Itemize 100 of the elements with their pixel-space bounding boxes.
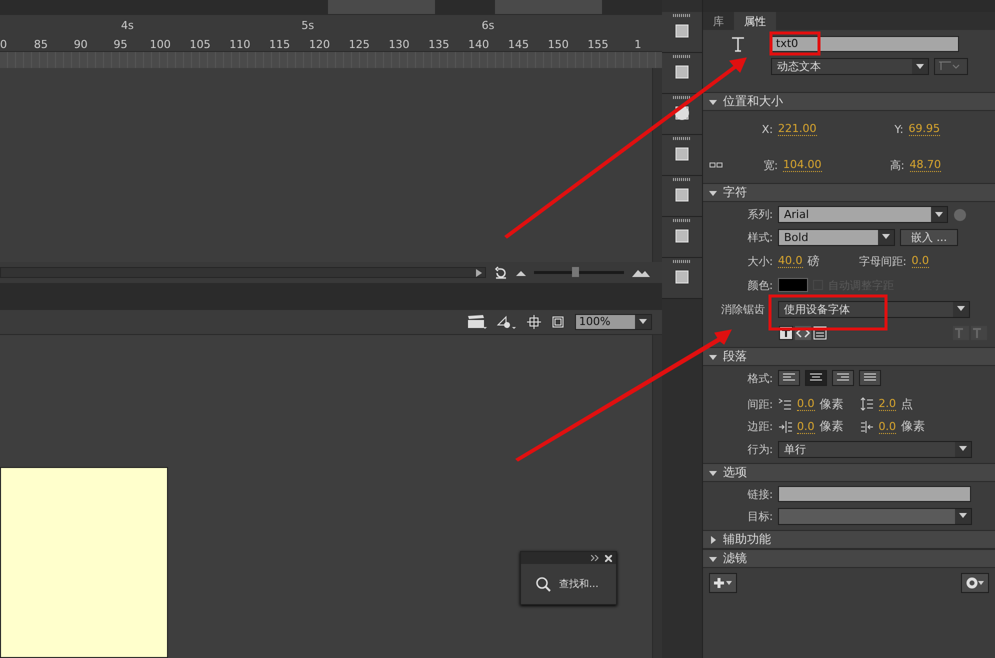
- left-margin-value[interactable]: 0.0: [797, 420, 814, 434]
- font-style-dropdown[interactable]: Bold: [778, 228, 895, 246]
- caret-icon: [639, 319, 647, 325]
- scrollbar[interactable]: [652, 68, 662, 262]
- scrollbar[interactable]: [652, 335, 662, 658]
- settings-button[interactable]: [961, 573, 989, 593]
- right-margin-icon: [860, 420, 874, 434]
- field-label: 链接:: [746, 486, 773, 502]
- scroll-right-icon[interactable]: [476, 268, 482, 276]
- expanded-triangle-icon: [709, 98, 717, 106]
- width-value[interactable]: 104.00: [783, 158, 822, 172]
- caret-icon: [959, 446, 967, 452]
- frame-number: 85: [32, 38, 49, 51]
- highlight-frame: [770, 32, 820, 56]
- frame-number: 130: [388, 38, 411, 51]
- frame-number: 135: [427, 38, 450, 51]
- collapsed-triangle-icon: [709, 536, 717, 544]
- x-value[interactable]: 221.00: [778, 122, 816, 136]
- frame-number: 90: [72, 38, 89, 51]
- y-value[interactable]: 69.95: [908, 122, 940, 136]
- section-header[interactable]: 字符: [703, 183, 995, 202]
- link-field[interactable]: [778, 486, 971, 502]
- section-header[interactable]: 选项: [703, 463, 995, 482]
- color-swatch[interactable]: [778, 278, 808, 292]
- align-lines-icon: [809, 373, 823, 383]
- time-mark: 6s: [482, 18, 496, 33]
- align-lines-icon: [836, 373, 850, 383]
- field-label: 格式:: [746, 370, 773, 386]
- align-lines-icon: [782, 373, 796, 383]
- large-mountain-icon: [632, 268, 650, 276]
- section-header[interactable]: 位置和大小: [703, 92, 995, 111]
- dock-button[interactable]: [662, 176, 702, 217]
- panel-tab[interactable]: 库: [703, 12, 734, 30]
- field-label: 边距:: [746, 419, 773, 434]
- field-label: 消除锯齿: [720, 302, 765, 316]
- dock-button[interactable]: [662, 53, 702, 94]
- font-family-dropdown[interactable]: Arial: [778, 206, 948, 223]
- frame-number: 0: [0, 38, 8, 51]
- align-button[interactable]: [859, 370, 881, 386]
- line-spacing-value[interactable]: 2.0: [878, 397, 896, 411]
- right-margin-value[interactable]: 0.0: [878, 420, 896, 434]
- clapper-icon: [467, 315, 487, 329]
- dock-button[interactable]: [662, 217, 702, 258]
- field-label: Y:: [894, 122, 904, 136]
- text-type-dropdown[interactable]: 动态文本: [771, 58, 929, 75]
- instance-name-field[interactable]: txt0: [771, 36, 959, 52]
- frame-number: 110: [228, 38, 252, 51]
- frame-number: 115: [268, 38, 292, 51]
- panel-tab[interactable]: 属性: [734, 12, 776, 30]
- shapes-icon: [497, 315, 517, 329]
- field-label: X:: [760, 122, 773, 136]
- field-label: 颜色:: [746, 278, 773, 292]
- loop-icon: [494, 266, 508, 280]
- align-button[interactable]: [832, 370, 854, 386]
- frame-number: 95: [112, 38, 128, 51]
- superscript-icon: [953, 326, 969, 340]
- font-size-value[interactable]: 40.0: [778, 254, 802, 268]
- section-header[interactable]: 段落: [703, 347, 995, 366]
- expanded-triangle-icon: [709, 188, 717, 196]
- dock-button[interactable]: [662, 135, 702, 176]
- orientation-dropdown[interactable]: [934, 58, 968, 75]
- align-button[interactable]: [805, 370, 827, 386]
- dock-button[interactable]: [662, 12, 702, 53]
- caret-icon: [916, 64, 924, 70]
- height-value[interactable]: 48.70: [910, 158, 941, 172]
- expanded-triangle-icon: [709, 554, 717, 562]
- indent-value[interactable]: 0.0: [797, 397, 814, 411]
- zoom-dropdown[interactable]: 100%: [575, 314, 652, 330]
- scrollbar[interactable]: [0, 267, 486, 278]
- caret-icon: [959, 513, 967, 519]
- clip-frame-icon: [551, 315, 565, 329]
- section-header[interactable]: 辅助功能: [703, 530, 995, 549]
- expand-icon: [591, 555, 599, 561]
- frame-number: 105: [188, 38, 212, 51]
- find-replace-item[interactable]: 查找和...: [521, 564, 616, 592]
- small-mountain-icon: [516, 270, 526, 276]
- caret-icon: [935, 212, 943, 218]
- unit-label: 点: [901, 396, 913, 412]
- field-label: 大小:: [746, 254, 773, 268]
- gear-icon: [966, 577, 984, 589]
- add-filter-button[interactable]: [709, 573, 737, 593]
- unit-label: 像素: [820, 418, 844, 435]
- field-label: 间距:: [746, 396, 773, 412]
- unit-label: 像素: [820, 396, 844, 412]
- frame-number: 120: [308, 38, 331, 51]
- field-label: 字母间距:: [858, 254, 906, 268]
- crosshair-icon: [527, 315, 541, 329]
- align-button[interactable]: [778, 370, 800, 386]
- antialias-dropdown[interactable]: 使用设备字体: [778, 300, 970, 318]
- letter-spacing-value[interactable]: 0.0: [912, 254, 929, 268]
- dock-button[interactable]: [662, 258, 702, 299]
- embed-button[interactable]: 嵌入 ...: [900, 228, 958, 246]
- behavior-dropdown[interactable]: 单行: [778, 440, 972, 458]
- frame-number: 145: [506, 38, 530, 51]
- frame-number: 125: [348, 38, 371, 51]
- frame-number: 140: [467, 38, 490, 51]
- slider-thumb[interactable]: [572, 267, 578, 277]
- section-header[interactable]: 滤镜: [703, 549, 995, 568]
- expanded-triangle-icon: [709, 468, 717, 476]
- unit-label: 像素: [901, 418, 925, 435]
